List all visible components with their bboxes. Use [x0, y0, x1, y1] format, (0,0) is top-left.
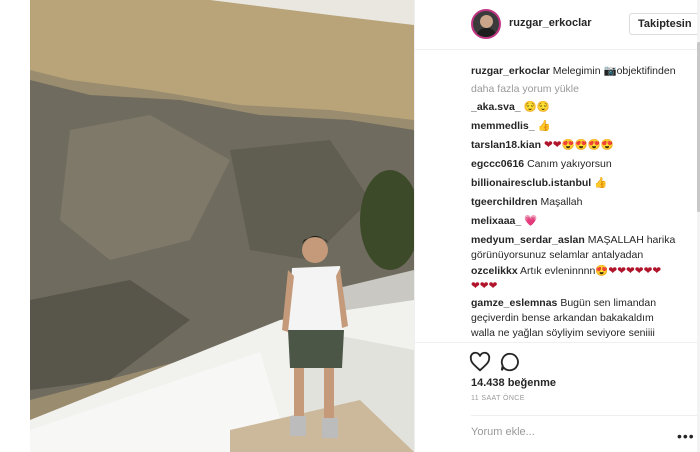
comment-item: medyum_serdar_aslan MAŞALLAH harika görü…: [471, 233, 695, 263]
comment-text-line3: walla ne yağlan söyliyim seviyore seniii…: [471, 327, 655, 339]
more-options-icon[interactable]: •••: [677, 428, 695, 444]
comment-emoji-line2: ❤❤❤: [471, 280, 498, 292]
comment-input[interactable]: [471, 426, 671, 438]
comment-username[interactable]: medyum_serdar_aslan: [471, 234, 585, 246]
post-actions: 14.438 beğenme 11 SAAT ÖNCE •••: [415, 342, 697, 452]
post-photo[interactable]: [30, 0, 414, 452]
comment-text: Bugün sen limandan: [560, 297, 657, 309]
comment-emoji: 👍: [537, 120, 551, 132]
comment-emoji: 👍: [594, 177, 608, 189]
comment-username[interactable]: ozcelikkx: [471, 265, 518, 277]
comment-text: Maşallah: [540, 196, 583, 208]
caption-text: Melegimin: [552, 65, 604, 77]
comment-bubble-icon[interactable]: [499, 351, 521, 373]
comment-username[interactable]: memmedlis_: [471, 120, 535, 132]
post-sidebar: ruzgar_erkoclar Takiptesin ruzgar_erkocl…: [414, 0, 700, 452]
caption-text-2: objektifinden: [616, 65, 676, 77]
comment-emoji: 😌😌: [523, 101, 550, 113]
comment-username[interactable]: gamze_eslemnas: [471, 297, 557, 309]
comment-list: ruzgar_erkoclar Melegimin 📷objektifinden…: [471, 64, 695, 342]
comment-item: _aka.sva_ 😌😌: [471, 100, 695, 115]
post-image: [30, 0, 414, 452]
comment-item: melixaaa_ 💗: [471, 214, 695, 229]
comment-text-line2: görünüyorsunuz selamlar antalyadan: [471, 249, 644, 261]
comment-item: billionairesclub.istanbul 👍: [471, 176, 695, 191]
comment-username[interactable]: billionairesclub.istanbul: [471, 177, 591, 189]
comment-username[interactable]: _aka.sva_: [471, 101, 521, 113]
comment-item: gamze_eslemnas Bugün sen limandan geçive…: [471, 296, 695, 341]
comment-item: egccc0616 Canım yakıyorsun: [471, 157, 695, 172]
post-username[interactable]: ruzgar_erkoclar: [509, 17, 592, 29]
avatar[interactable]: [471, 9, 501, 39]
comment-item: tgeerchildren Maşallah: [471, 195, 695, 210]
add-comment-bar: •••: [471, 415, 697, 452]
comment-username[interactable]: melixaaa_: [471, 215, 521, 227]
likes-count[interactable]: 14.438 beğenme: [471, 377, 556, 389]
comment-emoji: 😍❤❤❤❤❤❤: [595, 265, 662, 277]
follow-button[interactable]: Takiptesin: [629, 13, 700, 35]
comment-username[interactable]: tarslan18.kian: [471, 139, 541, 151]
comment-username[interactable]: tgeerchildren: [471, 196, 538, 208]
comment-text: Artık evleninnnn: [520, 265, 596, 277]
post-header: ruzgar_erkoclar Takiptesin: [415, 0, 700, 50]
camera-icon: 📷: [603, 65, 617, 77]
post-timestamp: 11 SAAT ÖNCE: [471, 395, 525, 402]
caption-username[interactable]: ruzgar_erkoclar: [471, 65, 550, 77]
heart-icon[interactable]: [469, 351, 491, 373]
comment-item: ozcelikkx Artık evleninnnn😍❤❤❤❤❤❤ ❤❤❤: [471, 264, 695, 294]
caption: ruzgar_erkoclar Melegimin 📷objektifinden: [471, 64, 695, 79]
comment-item: tarslan18.kian ❤❤😍😍😍😍: [471, 138, 695, 153]
comment-text-line2: geçiverdin bense arkandan bakakaldım: [471, 312, 654, 324]
comment-emoji: 💗: [524, 215, 538, 227]
load-more-comments-link[interactable]: daha fazla yorum yükle: [471, 82, 695, 97]
comment-item: memmedlis_ 👍: [471, 119, 695, 134]
comment-text: MAŞALLAH harika: [587, 234, 676, 246]
comment-username[interactable]: egccc0616: [471, 158, 524, 170]
comment-text: Canım yakıyorsun: [527, 158, 612, 170]
comment-emoji: ❤❤😍😍😍😍: [543, 139, 614, 151]
